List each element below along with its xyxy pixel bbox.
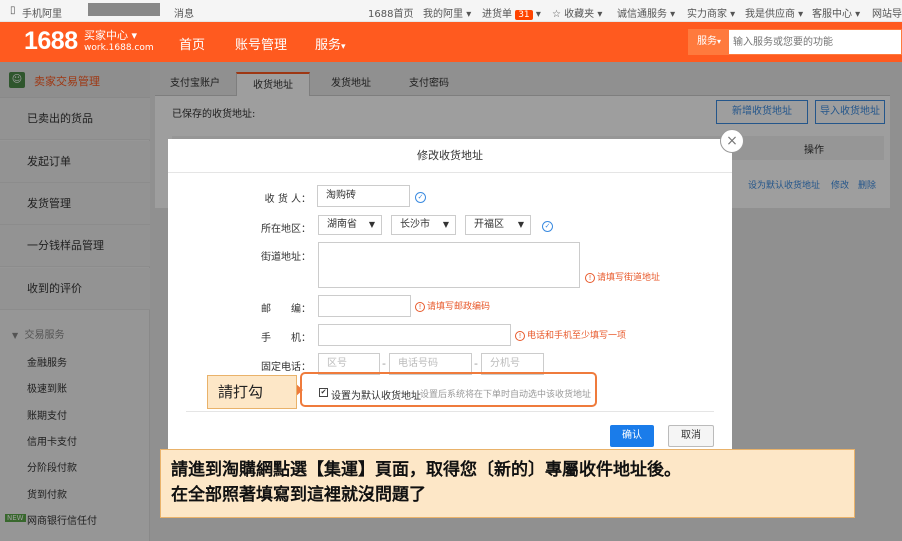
logo[interactable]: 1688 xyxy=(24,27,78,56)
close-icon[interactable]: × xyxy=(720,129,744,153)
check-hint-callout: 請打勾 xyxy=(207,375,297,409)
caret-down-icon: ▼ xyxy=(442,220,449,229)
region-label: 所在地区： xyxy=(261,224,311,235)
star-icon: ☆ xyxy=(552,9,561,20)
topbar-link-site-nav[interactable]: 网站导航 xyxy=(872,5,902,20)
zip-hint: ! 请填写邮政编码 xyxy=(415,299,490,312)
receiver-label: 收 货 人： xyxy=(264,194,311,205)
info-icon: ! xyxy=(585,272,595,283)
messages-link[interactable]: 消息 xyxy=(174,5,194,20)
topbar-link-chengxintong[interactable]: 诚信通服务 ▾ xyxy=(617,5,675,20)
dialog-title: 修改收货地址 xyxy=(168,139,732,173)
top-bar: ▯ 手机阿里 消息 1688首页 我的阿里 ▾ 进货单 31 ▾ ☆ 收藏夹 ▾… xyxy=(0,0,902,22)
note-line-1: 請進到淘購網點選【集運】頁面，取得您〔新的〕專屬收件地址後。 xyxy=(171,460,681,480)
mobile-icon: ▯ xyxy=(10,5,16,16)
street-label: 街道地址： xyxy=(261,252,311,263)
phone-label: 固定电话： xyxy=(261,362,311,373)
district-select[interactable]: 开福区 ▼ xyxy=(465,215,531,235)
note-line-2: 在全部照著填寫到這裡就沒問題了 xyxy=(171,485,426,505)
mobile-alibaba-link[interactable]: 手机阿里 xyxy=(22,5,62,20)
check-circle-icon: ✓ xyxy=(415,192,426,203)
topbar-link-cart[interactable]: 进货单 31 ▾ xyxy=(482,5,541,20)
zip-label: 邮 编： xyxy=(261,304,311,315)
nav-account[interactable]: 账号管理 xyxy=(235,34,287,53)
mobile-input[interactable] xyxy=(318,324,511,346)
info-icon: ! xyxy=(515,330,525,341)
phone-dash: - xyxy=(474,357,478,370)
topbar-link-strong-merchant[interactable]: 实力商家 ▾ xyxy=(687,5,735,20)
topbar-link-service-center[interactable]: 客服中心 ▾ xyxy=(812,5,860,20)
street-hint: ! 请填写街道地址 xyxy=(585,270,660,283)
phone-dash: - xyxy=(382,357,386,370)
nav-services[interactable]: 服务▾ xyxy=(315,34,346,53)
search-input[interactable] xyxy=(733,30,899,54)
dialog-divider xyxy=(186,411,714,412)
confirm-button[interactable]: 确认 xyxy=(610,425,654,447)
topbar-link-home[interactable]: 1688首页 xyxy=(368,5,413,20)
cart-count-badge: 31 xyxy=(515,10,533,20)
caret-down-icon: ▼ xyxy=(517,220,524,229)
city-select[interactable]: 长沙市 ▼ xyxy=(391,215,456,235)
service-search: 服务▾ xyxy=(688,29,902,55)
receiver-input[interactable]: 淘购砖 xyxy=(317,185,410,207)
username-masked xyxy=(88,3,160,16)
topbar-link-my-alibaba[interactable]: 我的阿里 ▾ xyxy=(423,5,471,20)
zip-input[interactable] xyxy=(318,295,411,317)
mobile-hint: ! 电话和手机至少填写一项 xyxy=(515,328,626,341)
province-select[interactable]: 湖南省 ▼ xyxy=(318,215,382,235)
info-icon: ! xyxy=(415,301,425,312)
check-circle-icon: ✓ xyxy=(542,221,553,232)
mobile-label: 手 机： xyxy=(261,333,311,344)
street-textarea[interactable] xyxy=(318,242,580,288)
instruction-note: 請進到淘購網點選【集運】頁面，取得您〔新的〕專屬收件地址後。 在全部照著填寫到這… xyxy=(160,449,855,518)
main-header: 1688 买家中心 ▾ work.1688.com 首页 账号管理 服务▾ 服务… xyxy=(0,22,902,62)
chevron-down-icon: ▾ xyxy=(535,9,541,20)
logo-subtitle: 买家中心 ▾ work.1688.com xyxy=(84,29,154,54)
chevron-down-icon: ▾ xyxy=(131,29,138,42)
nav-home[interactable]: 首页 xyxy=(179,34,205,53)
topbar-link-supplier[interactable]: 我是供应商 ▾ xyxy=(745,5,803,20)
cancel-button[interactable]: 取消 xyxy=(668,425,714,447)
search-scope-select[interactable]: 服务▾ xyxy=(689,30,729,54)
caret-down-icon: ▼ xyxy=(368,220,375,229)
topbar-link-favorites[interactable]: ☆ 收藏夹 ▾ xyxy=(552,5,602,20)
highlight-box xyxy=(300,372,597,407)
chevron-down-icon: ▾ xyxy=(466,9,472,20)
chevron-down-icon: ▾ xyxy=(341,42,346,52)
